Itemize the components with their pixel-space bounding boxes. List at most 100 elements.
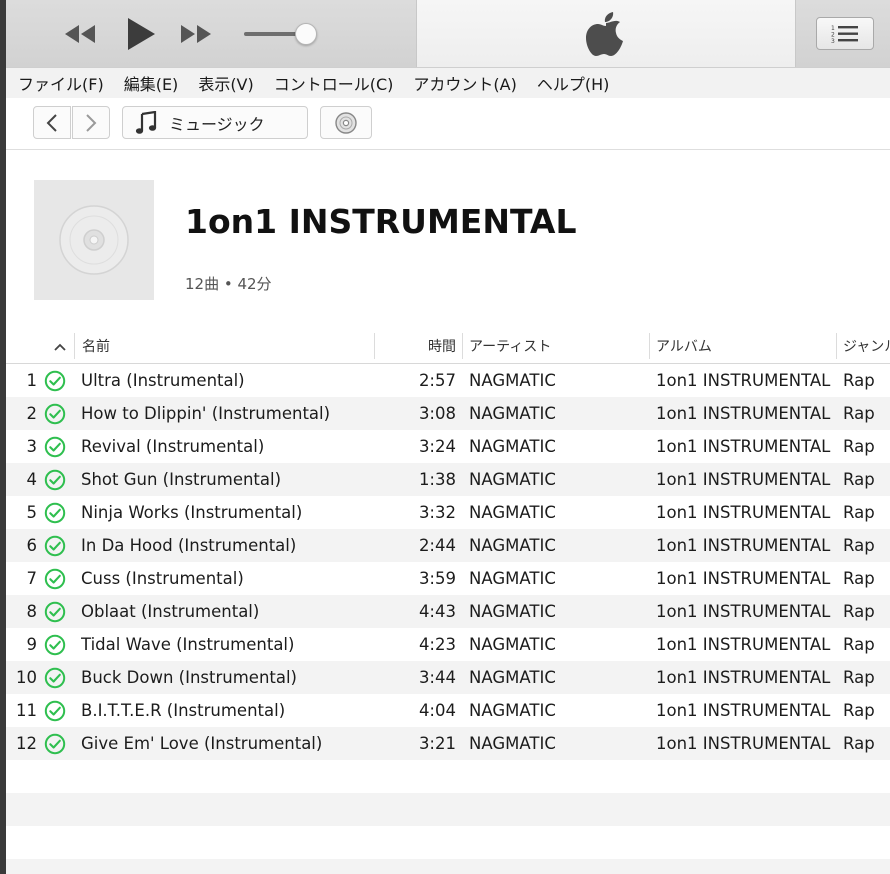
play-button[interactable] bbox=[122, 14, 160, 54]
track-name: Ultra (Instrumental) bbox=[81, 371, 245, 390]
check-circle-icon[interactable] bbox=[44, 733, 66, 755]
column-separator bbox=[374, 333, 375, 359]
track-artist: NAGMATIC bbox=[469, 668, 556, 687]
sort-ascending-icon[interactable] bbox=[52, 339, 68, 355]
track-album: 1on1 INSTRUMENTAL bbox=[656, 668, 831, 687]
media-type-label: ミュージック bbox=[169, 114, 265, 134]
menu-controls[interactable]: コントロール(C) bbox=[274, 71, 394, 95]
check-circle-icon[interactable] bbox=[44, 403, 66, 425]
track-number: 5 bbox=[26, 503, 38, 522]
check-circle-icon[interactable] bbox=[44, 568, 66, 590]
forward-button[interactable] bbox=[72, 106, 110, 139]
check-circle-icon[interactable] bbox=[44, 634, 66, 656]
album-track-summary: 12曲 • 42分 bbox=[185, 275, 272, 293]
rewind-button[interactable] bbox=[62, 20, 98, 48]
cd-icon bbox=[335, 111, 357, 134]
track-name: How to Dlippin' (Instrumental) bbox=[81, 404, 331, 423]
menu-bar: ファイル(F) 編集(E) 表示(V) コントロール(C) アカウント(A) ヘ… bbox=[6, 68, 890, 98]
menu-account[interactable]: アカウント(A) bbox=[413, 71, 516, 95]
menu-edit[interactable]: 編集(E) bbox=[124, 71, 179, 95]
track-time: 4:23 bbox=[418, 635, 456, 654]
cd-button[interactable] bbox=[320, 106, 372, 139]
table-header: 名前 時間 アーティスト アルバム ジャンル bbox=[6, 331, 890, 364]
table-row[interactable]: 10 Buck Down (Instrumental) 3:44 NAGMATIC 1o… bbox=[6, 661, 890, 694]
chevron-right-icon bbox=[86, 113, 97, 132]
column-separator bbox=[74, 333, 75, 359]
track-artist: NAGMATIC bbox=[469, 503, 556, 522]
track-name: Revival (Instrumental) bbox=[81, 437, 265, 456]
volume-slider-knob[interactable] bbox=[295, 23, 317, 45]
column-header-album[interactable]: アルバム bbox=[656, 331, 836, 363]
track-album: 1on1 INSTRUMENTAL bbox=[656, 602, 831, 621]
track-artist: NAGMATIC bbox=[469, 470, 556, 489]
table-row[interactable]: 8 Oblaat (Instrumental) 4:43 NAGMATIC 1on1 I… bbox=[6, 595, 890, 628]
track-artist: NAGMATIC bbox=[469, 536, 556, 555]
table-body: 1 Ultra (Instrumental) 2:57 NAGMATIC 1on1 IN… bbox=[6, 364, 890, 760]
track-genre: Rap bbox=[843, 734, 875, 753]
svg-text:3: 3 bbox=[831, 38, 835, 44]
track-album: 1on1 INSTRUMENTAL bbox=[656, 734, 831, 753]
column-header-name[interactable]: 名前 bbox=[82, 331, 372, 363]
track-genre: Rap bbox=[843, 437, 875, 456]
track-time: 3:59 bbox=[418, 569, 456, 588]
back-button[interactable] bbox=[33, 106, 71, 139]
fast-forward-button[interactable] bbox=[178, 20, 214, 48]
table-row[interactable]: 3 Revival (Instrumental) 3:24 NAGMATIC 1on1 … bbox=[6, 430, 890, 463]
fast-forward-icon bbox=[181, 25, 211, 43]
track-number: 9 bbox=[26, 635, 38, 654]
track-album: 1on1 INSTRUMENTAL bbox=[656, 437, 831, 456]
empty-row bbox=[6, 793, 890, 826]
track-time: 1:38 bbox=[418, 470, 456, 489]
check-circle-icon[interactable] bbox=[44, 700, 66, 722]
track-number: 12 bbox=[16, 734, 37, 753]
track-time: 3:24 bbox=[418, 437, 456, 456]
check-circle-icon[interactable] bbox=[44, 667, 66, 689]
track-time: 4:04 bbox=[418, 701, 456, 720]
track-number: 7 bbox=[26, 569, 38, 588]
column-header-artist[interactable]: アーティスト bbox=[469, 331, 644, 363]
track-genre: Rap bbox=[843, 470, 875, 489]
table-row[interactable]: 1 Ultra (Instrumental) 2:57 NAGMATIC 1on1 IN… bbox=[6, 364, 890, 397]
track-album: 1on1 INSTRUMENTAL bbox=[656, 536, 831, 555]
check-circle-icon[interactable] bbox=[44, 502, 66, 524]
track-genre: Rap bbox=[843, 635, 875, 654]
check-circle-icon[interactable] bbox=[44, 601, 66, 623]
column-header-genre[interactable]: ジャンル bbox=[843, 331, 890, 363]
empty-row bbox=[6, 760, 890, 793]
menu-view[interactable]: 表示(V) bbox=[198, 71, 253, 95]
check-circle-icon[interactable] bbox=[44, 370, 66, 392]
track-time: 2:44 bbox=[418, 536, 456, 555]
track-time: 2:57 bbox=[418, 371, 456, 390]
check-circle-icon[interactable] bbox=[44, 436, 66, 458]
menu-file[interactable]: ファイル(F) bbox=[18, 71, 104, 95]
track-album: 1on1 INSTRUMENTAL bbox=[656, 569, 831, 588]
cd-placeholder-icon bbox=[59, 205, 129, 275]
check-circle-icon[interactable] bbox=[44, 535, 66, 557]
table-row[interactable]: 5 Ninja Works (Instrumental) 3:32 NAGMATIC 1… bbox=[6, 496, 890, 529]
track-album: 1on1 INSTRUMENTAL bbox=[656, 503, 831, 522]
track-time: 3:21 bbox=[418, 734, 456, 753]
table-row[interactable]: 2 How to Dlippin' (Instrumental) 3:08 NAGMA… bbox=[6, 397, 890, 430]
track-number: 11 bbox=[16, 701, 37, 720]
track-genre: Rap bbox=[843, 701, 875, 720]
menu-help[interactable]: ヘルプ(H) bbox=[537, 71, 610, 95]
track-number: 4 bbox=[26, 470, 38, 489]
table-row[interactable]: 12 Give Em' Love (Instrumental) 3:21 NAGMAT… bbox=[6, 727, 890, 760]
column-separator bbox=[836, 333, 837, 359]
media-type-selector[interactable]: ミュージック bbox=[122, 106, 308, 139]
up-next-list-button[interactable]: 1 2 3 bbox=[816, 17, 874, 50]
table-row[interactable]: 11 B.I.T.T.E.R (Instrumental) 4:04 NAGMATIC… bbox=[6, 694, 890, 727]
track-genre: Rap bbox=[843, 602, 875, 621]
track-artist: NAGMATIC bbox=[469, 602, 556, 621]
track-artist: NAGMATIC bbox=[469, 404, 556, 423]
track-album: 1on1 INSTRUMENTAL bbox=[656, 635, 831, 654]
table-row[interactable]: 4 Shot Gun (Instrumental) 1:38 NAGMATIC 1on1… bbox=[6, 463, 890, 496]
track-table: 名前 時間 アーティスト アルバム ジャンル 1 Ultra (Instrumen… bbox=[6, 331, 890, 874]
table-row[interactable]: 7 Cuss (Instrumental) 3:59 NAGMATIC 1on1 INS… bbox=[6, 562, 890, 595]
column-header-time[interactable]: 時間 bbox=[386, 331, 456, 363]
table-row[interactable]: 6 In Da Hood (Instrumental) 2:44 NAGMATIC 1o… bbox=[6, 529, 890, 562]
check-circle-icon[interactable] bbox=[44, 469, 66, 491]
track-name: B.I.T.T.E.R (Instrumental) bbox=[81, 701, 286, 720]
track-genre: Rap bbox=[843, 404, 875, 423]
table-row[interactable]: 9 Tidal Wave (Instrumental) 4:23 NAGMATIC 1o… bbox=[6, 628, 890, 661]
